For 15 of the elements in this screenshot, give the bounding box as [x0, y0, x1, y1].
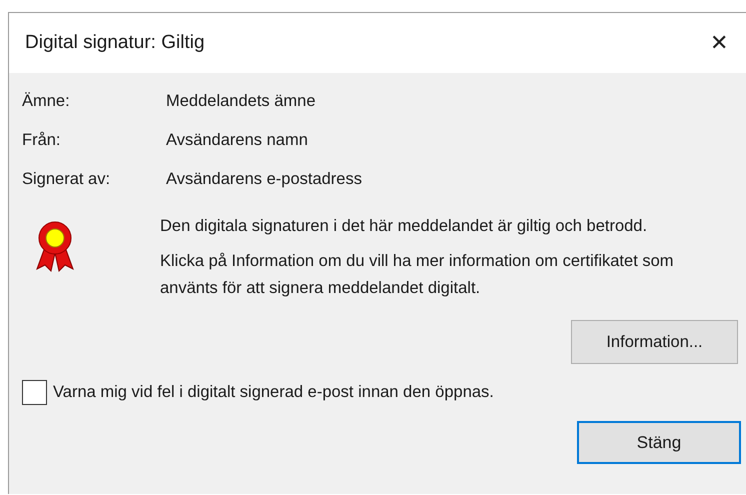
- information-button[interactable]: Information...: [571, 320, 738, 364]
- checkbox-label: Varna mig vid fel i digitalt signerad e-post innan den öppnas.: [53, 382, 494, 404]
- checkbox[interactable]: [22, 380, 47, 406]
- field-value: Avsändarens e-postadress: [165, 168, 362, 190]
- message-paragraph: Den digitala signaturen i det här meddelandet är giltig och betrodd.: [160, 216, 648, 238]
- close-dialog-button[interactable]: Stäng: [577, 421, 741, 464]
- field-value: Avsändarens namn: [165, 130, 308, 151]
- message-paragraph: Klicka på Information om du vill ha mer information om certifikatet som använts för att signera meddelandet digitalt.: [160, 251, 675, 300]
- field-label: Från:: [22, 130, 62, 151]
- field-value: Meddelandets ämne: [165, 91, 316, 112]
- field-label: Ämne:: [22, 91, 71, 112]
- award-ribbon-icon: [33, 219, 77, 274]
- field-label: Signerat av:: [22, 168, 112, 190]
- close-button[interactable]: ✕: [704, 28, 734, 58]
- window-title: Digital signatur: Giltig: [25, 30, 205, 55]
